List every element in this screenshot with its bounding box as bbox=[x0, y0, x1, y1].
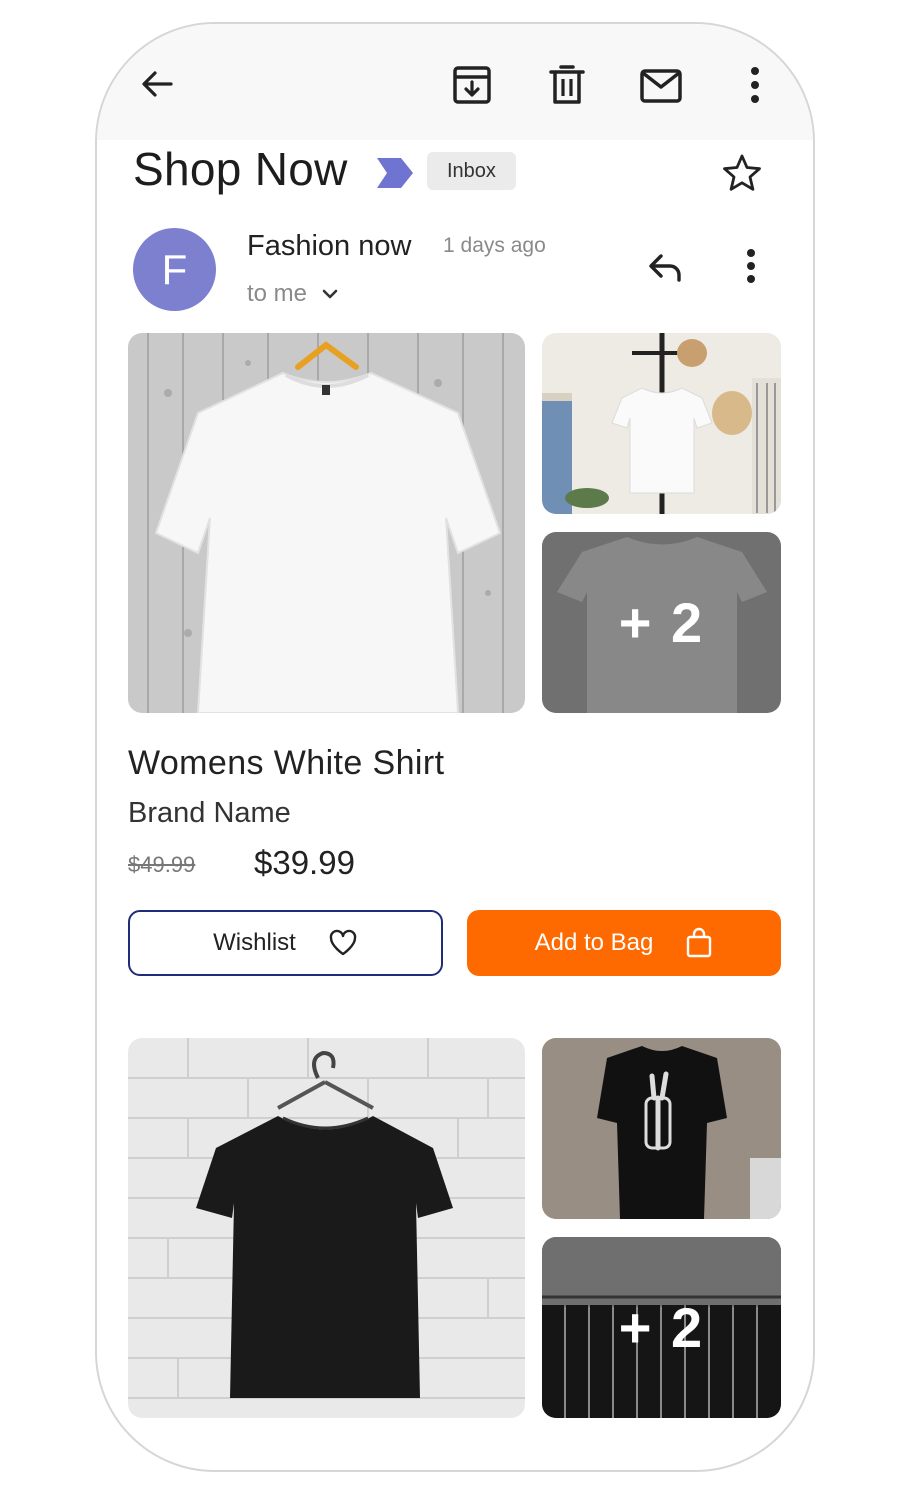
mail-icon[interactable] bbox=[639, 68, 683, 104]
message-more-icon[interactable] bbox=[743, 248, 759, 289]
more-images-count: + 2 bbox=[618, 591, 705, 654]
product2-main-image[interactable] bbox=[128, 1038, 525, 1418]
label-tag-icon bbox=[377, 158, 413, 193]
chevron-down-icon bbox=[322, 289, 338, 299]
trash-icon[interactable] bbox=[548, 64, 586, 106]
product1-main-image[interactable] bbox=[128, 333, 525, 713]
recipient-label: to me bbox=[247, 280, 308, 307]
reply-icon[interactable] bbox=[645, 250, 685, 289]
recipient-toggle[interactable]: to me bbox=[247, 280, 339, 308]
archive-icon[interactable] bbox=[451, 64, 493, 106]
product-title: Womens White Shirt bbox=[128, 744, 445, 782]
phone-frame: Shop Now Inbox F Fashion now 1 days ago … bbox=[95, 22, 815, 1472]
original-price: $49.99 bbox=[128, 852, 196, 877]
star-icon[interactable] bbox=[721, 152, 763, 199]
wishlist-label: Wishlist bbox=[213, 929, 296, 956]
sent-time: 1 days ago bbox=[443, 234, 546, 257]
product1-more-images[interactable]: + 2 bbox=[542, 532, 781, 713]
product1-thumb-1[interactable] bbox=[542, 333, 781, 514]
sale-price: $39.99 bbox=[254, 844, 355, 881]
shopping-bag-icon bbox=[687, 927, 712, 958]
add-to-bag-button[interactable]: Add to Bag bbox=[467, 910, 781, 976]
add-to-bag-label: Add to Bag bbox=[534, 929, 654, 956]
product2-thumb-1[interactable] bbox=[542, 1038, 781, 1219]
more-images-count: + 2 bbox=[618, 1296, 705, 1359]
sender-avatar: F bbox=[133, 228, 216, 311]
heart-icon bbox=[329, 929, 357, 956]
inbox-label-chip[interactable]: Inbox bbox=[427, 152, 516, 190]
sender-name: Fashion now bbox=[247, 230, 412, 262]
email-toolbar bbox=[97, 24, 813, 140]
product-brand: Brand Name bbox=[128, 797, 291, 829]
wishlist-button[interactable]: Wishlist bbox=[128, 910, 443, 976]
back-arrow-icon[interactable] bbox=[137, 64, 177, 104]
product2-more-images[interactable]: + 2 bbox=[542, 1237, 781, 1418]
email-subject: Shop Now bbox=[133, 143, 348, 195]
more-vert-icon[interactable] bbox=[747, 66, 763, 104]
